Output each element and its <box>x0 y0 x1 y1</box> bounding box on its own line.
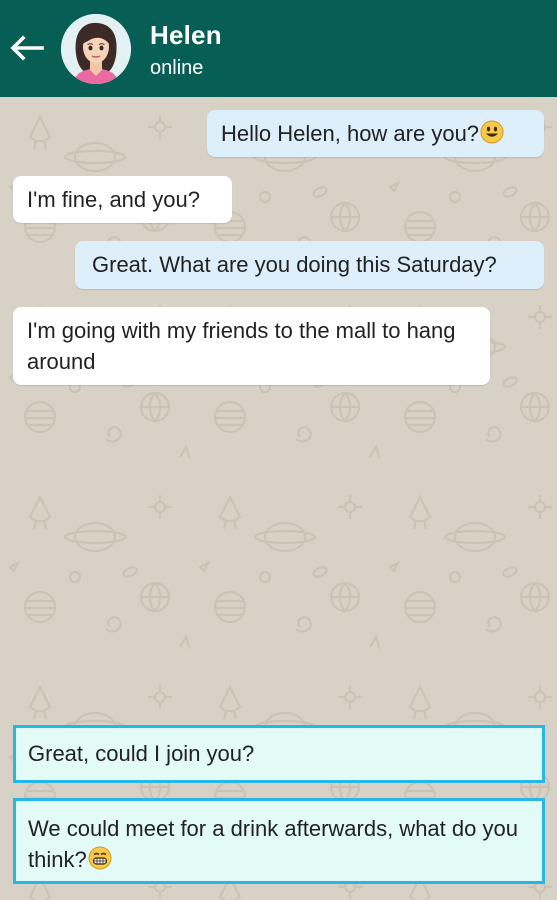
contact-photo <box>61 14 131 84</box>
message-text: I'm fine, and you? <box>27 187 200 212</box>
reply-option[interactable]: We could meet for a drink afterwards, wh… <box>13 798 545 884</box>
contact-status: online <box>150 57 204 79</box>
avatar[interactable] <box>61 14 131 84</box>
message-bubble-incoming[interactable]: I'm fine, and you? <box>13 176 232 223</box>
chat-area[interactable]: Hello Helen, how are you? I'm fine, and … <box>0 97 557 900</box>
chat-header: Helen online <box>0 0 557 97</box>
message-text: I'm going with my friends to the mall to… <box>27 318 456 374</box>
grinning-face-icon <box>88 846 112 870</box>
message-bubble-outgoing[interactable]: Great. What are you doing this Saturday? <box>75 241 544 289</box>
reply-option-text: Great, could I join you? <box>28 741 255 766</box>
arrow-left-icon <box>10 35 44 61</box>
reply-option[interactable]: Great, could I join you? <box>13 725 545 783</box>
message-text: Hello Helen, how are you? <box>221 121 480 146</box>
contact-name: Helen <box>150 20 222 50</box>
back-button[interactable] <box>6 28 46 68</box>
message-bubble-outgoing[interactable]: Hello Helen, how are you? <box>207 110 544 157</box>
message-text: Great. What are you doing this Saturday? <box>92 252 497 277</box>
message-bubble-incoming[interactable]: I'm going with my friends to the mall to… <box>13 307 490 385</box>
smiling-face-icon <box>480 120 504 144</box>
